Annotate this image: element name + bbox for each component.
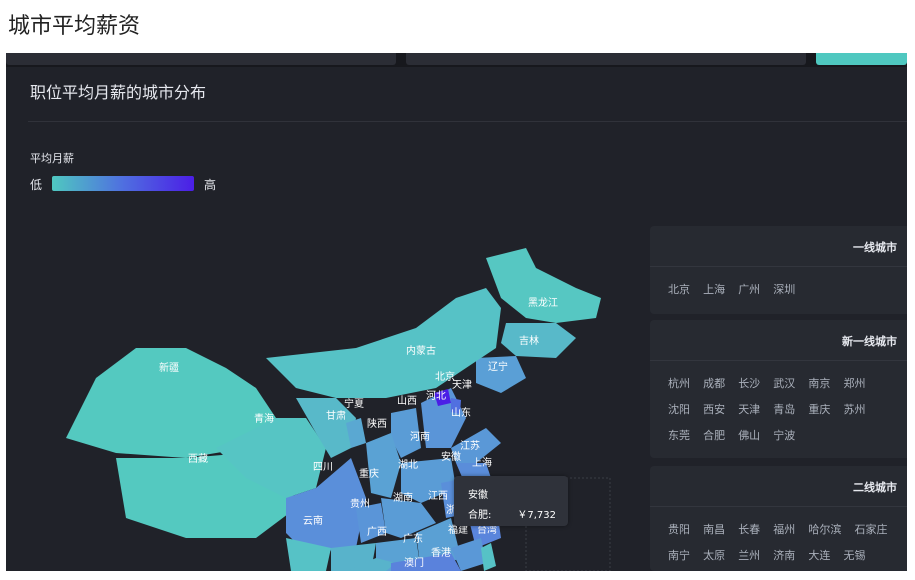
province-label: 香港 xyxy=(431,547,451,559)
city-link[interactable]: 长沙 xyxy=(738,371,760,397)
legend-gradient-bar[interactable] xyxy=(52,176,194,191)
city-link[interactable]: 成都 xyxy=(703,371,725,397)
province-taiwan xyxy=(481,543,496,571)
filter-select-left[interactable] xyxy=(6,53,396,65)
province-label: 山西 xyxy=(397,395,417,407)
filter-submit-button[interactable] xyxy=(816,53,907,65)
province-label: 河南 xyxy=(410,430,430,443)
province-label: 贵州 xyxy=(350,497,370,510)
filter-bar xyxy=(6,53,907,67)
province-label: 云南 xyxy=(303,514,323,527)
province-label: 青海 xyxy=(254,412,274,425)
province-label: 陕西 xyxy=(367,417,387,430)
city-link[interactable]: 贵阳 xyxy=(668,517,690,543)
legend-title: 平均月薪 xyxy=(30,152,74,165)
city-link[interactable]: 杭州 xyxy=(668,371,690,397)
city-link[interactable]: 宁波 xyxy=(773,423,795,449)
city-link[interactable]: 南宁 xyxy=(668,543,690,569)
tier-title: 新一线城市 xyxy=(842,335,897,348)
tier-title: 一线城市 xyxy=(853,241,897,254)
filter-select-right[interactable] xyxy=(406,53,806,65)
city-link[interactable]: 郑州 xyxy=(843,371,865,397)
province-label: 江苏 xyxy=(460,439,480,452)
city-link[interactable]: 济南 xyxy=(773,543,795,569)
city-link[interactable]: 兰州 xyxy=(738,543,760,569)
tooltip-province: 安徽 xyxy=(468,490,488,501)
city-link[interactable]: 长春 xyxy=(738,517,760,543)
province-label: 新疆 xyxy=(159,361,179,374)
province-label: 四川 xyxy=(313,462,333,473)
city-link[interactable]: 太原 xyxy=(703,543,725,569)
legend-low-label: 低 xyxy=(30,178,43,192)
city-link[interactable]: 福州 xyxy=(773,517,795,543)
province-label: 安徽 xyxy=(441,450,461,463)
province-label: 天津 xyxy=(452,379,472,391)
tier-title: 二线城市 xyxy=(853,481,897,494)
province-label: 广东 xyxy=(403,532,423,545)
city-link[interactable]: 北京 xyxy=(668,277,690,303)
city-link[interactable]: 大连 xyxy=(808,543,830,569)
province-label: 澳门 xyxy=(404,556,424,569)
city-link[interactable]: 广州 xyxy=(738,277,760,303)
province-label: 重庆 xyxy=(359,467,379,480)
city-link[interactable]: 沈阳 xyxy=(668,397,690,423)
city-link[interactable]: 西安 xyxy=(703,397,725,423)
dashboard-panel: 职位平均月薪的城市分布 平均月薪 低 高 黑龙江 吉林 内蒙古 辽宁 北京 天津… xyxy=(6,53,907,571)
province-label: 甘肃 xyxy=(326,409,346,422)
city-link[interactable]: 重庆 xyxy=(808,397,830,423)
city-link[interactable]: 武汉 xyxy=(773,371,795,397)
city-link[interactable]: 合肥 xyxy=(703,423,725,449)
province-heilongjiang xyxy=(486,248,601,323)
province-label: 上海 xyxy=(472,456,492,469)
section-title: 职位平均月薪的城市分布 xyxy=(30,83,207,102)
province-label: 湖南 xyxy=(393,491,413,504)
province-label: 宁夏 xyxy=(344,397,364,410)
city-link[interactable]: 佛山 xyxy=(738,423,760,449)
city-link[interactable]: 无锡 xyxy=(843,543,865,569)
province-label: 内蒙古 xyxy=(406,344,436,357)
city-link[interactable]: 苏州 xyxy=(843,397,865,423)
province-label: 吉林 xyxy=(519,334,539,347)
tooltip-city: 合肥: xyxy=(468,510,492,521)
page-title: 城市平均薪资 xyxy=(8,14,141,39)
tooltip-value: ￥7,732 xyxy=(517,510,556,521)
map-tooltip: 安徽 合肥: ￥7,732 xyxy=(454,476,568,526)
city-link[interactable]: 南京 xyxy=(808,371,830,397)
city-link[interactable]: 深圳 xyxy=(773,277,795,303)
city-link[interactable]: 哈尔滨 xyxy=(808,517,841,543)
province-label: 西藏 xyxy=(188,453,208,465)
city-link[interactable]: 厦门 xyxy=(668,569,690,571)
province-label: 湖北 xyxy=(398,459,418,471)
city-link[interactable]: 天津 xyxy=(738,397,760,423)
legend-high-label: 高 xyxy=(204,178,217,192)
province-label: 辽宁 xyxy=(488,360,508,373)
tier-card-new-first: 新一线城市 杭州 成都 长沙 武汉 南京 郑州 沈阳 西安 天津 青岛 重庆 苏… xyxy=(650,320,907,458)
city-link[interactable]: 东莞 xyxy=(668,423,690,449)
city-link[interactable]: 上海 xyxy=(703,277,725,303)
province-label: 山东 xyxy=(451,406,471,419)
city-link[interactable]: 青岛 xyxy=(773,397,795,423)
city-link[interactable]: 石家庄 xyxy=(854,517,887,543)
divider xyxy=(28,121,907,122)
tier-card-first: 一线城市 北京 上海 广州 深圳 xyxy=(650,226,907,314)
province-label: 河北 xyxy=(426,390,446,402)
tier-card-second: 二线城市 贵阳 南昌 长春 福州 哈尔滨 石家庄 南宁 太原 兰州 济南 大连 … xyxy=(650,466,907,571)
city-link[interactable]: 南昌 xyxy=(703,517,725,543)
province-label: 黑龙江 xyxy=(528,296,558,309)
province-label: 江西 xyxy=(428,490,448,502)
province-label: 广西 xyxy=(367,526,387,538)
